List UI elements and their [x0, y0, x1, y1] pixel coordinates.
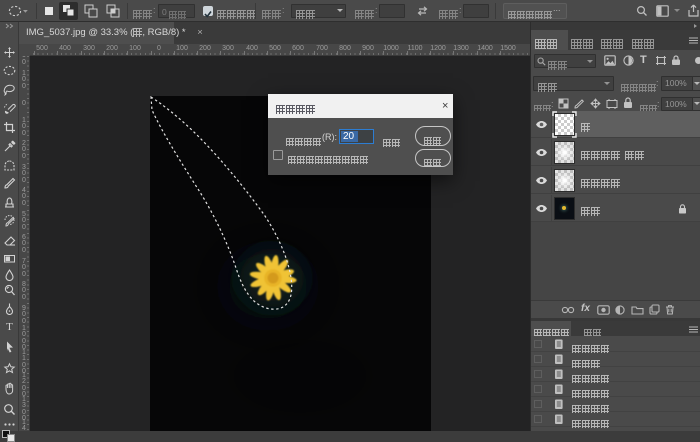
svg-text:T: T	[6, 321, 13, 333]
